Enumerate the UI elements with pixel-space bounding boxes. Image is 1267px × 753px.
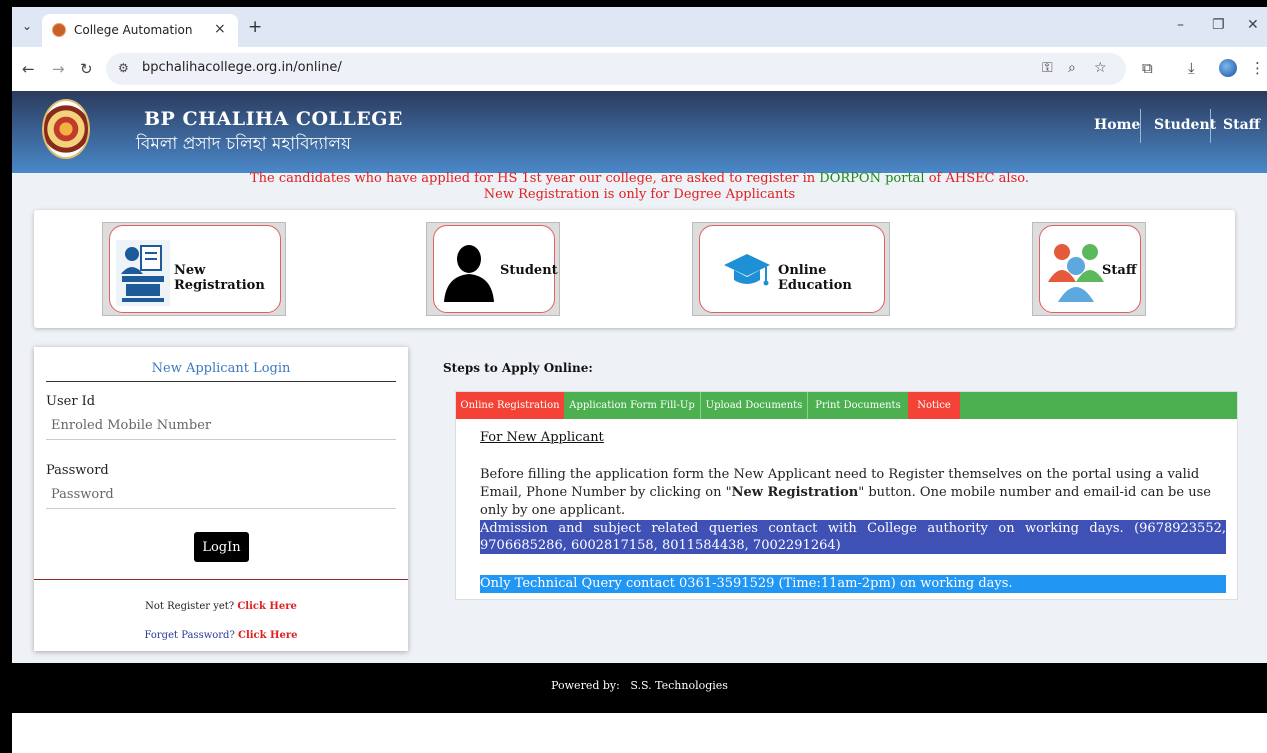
new-registration-card[interactable]: New Registration <box>102 222 286 316</box>
back-icon[interactable]: ← <box>22 60 35 78</box>
zoom-icon[interactable]: ⌕ <box>1068 60 1076 76</box>
card-frame: Online Education <box>699 225 885 313</box>
college-logo-icon <box>42 99 90 159</box>
tab-search-icon[interactable]: ⌄ <box>18 19 36 37</box>
forgot-prompt: Forget Password? Click Here <box>34 630 408 641</box>
new-tab-icon[interactable]: + <box>248 17 262 37</box>
graduation-cap-icon <box>724 254 770 286</box>
window-minimize-icon[interactable]: – <box>1177 17 1184 33</box>
login-title: New Applicant Login <box>151 361 291 376</box>
footer-company: S.S. Technologies <box>630 679 728 692</box>
tab-strip: ⌄ College Automation × + – ❐ ✕ <box>12 7 1267 47</box>
login-footer-divider <box>34 579 408 580</box>
nav-student[interactable]: Student <box>1154 117 1216 133</box>
student-label: Student <box>500 263 558 278</box>
profile-avatar-icon[interactable] <box>1219 59 1237 77</box>
tab-application-form-fill-up[interactable]: Application Form Fill-Up <box>564 392 700 419</box>
steps-instructions: Before filling the application form the … <box>480 466 1230 520</box>
online-education-label: Online Education <box>778 263 852 293</box>
steps-tab-strip: Online Registration Application Form Fil… <box>456 392 1237 419</box>
steps-panel: Online Registration Application Form Fil… <box>455 391 1238 600</box>
tab-online-registration[interactable]: Online Registration <box>456 392 564 419</box>
quick-links-panel: New Registration Student Online Educatio… <box>34 210 1235 328</box>
bookmark-star-icon[interactable]: ☆ <box>1094 60 1107 76</box>
site-header: BP CHALIHA COLLEGE বিমলা প্ৰসাদ চলিহা মহ… <box>12 91 1267 173</box>
register-prompt: Not Register yet? Click Here <box>34 601 408 612</box>
tab-title: College Automation <box>74 23 193 37</box>
login-title-divider <box>46 381 396 382</box>
register-prompt-text: Not Register yet? <box>145 601 238 612</box>
staff-card[interactable]: Staff <box>1032 222 1146 316</box>
browser-window: ⌄ College Automation × + – ❐ ✕ ← → ↻ ⚙ b… <box>12 7 1267 753</box>
forward-icon[interactable]: → <box>52 60 65 78</box>
download-icon[interactable]: ⤓ <box>1188 59 1195 77</box>
nav-staff[interactable]: Staff <box>1223 117 1260 133</box>
address-bar[interactable]: ⚙ bpchalihacollege.org.in/online/ ⚿ ⌕ ☆ <box>106 53 1126 85</box>
applicant-login-panel: New Applicant Login User Id Password Log… <box>34 347 408 651</box>
steps-title: Steps to Apply Online: <box>443 361 593 375</box>
card-frame: New Registration <box>109 225 281 313</box>
login-button[interactable]: LogIn <box>194 532 249 562</box>
site-info-icon[interactable]: ⚙ <box>118 61 129 75</box>
student-silhouette-icon <box>444 245 494 302</box>
technical-contact-highlight: Only Technical Query contact 0361-359152… <box>480 575 1226 593</box>
staff-label: Staff <box>1102 263 1137 278</box>
userid-input[interactable] <box>46 412 396 440</box>
footer-credit: Powered by: S.S. Technologies <box>12 679 1267 692</box>
window-close-icon[interactable]: ✕ <box>1247 17 1259 33</box>
page-content: The candidates who have applied for HS 1… <box>12 171 1267 663</box>
register-click-here-link[interactable]: Click Here <box>237 601 297 612</box>
steps-heading: For New Applicant <box>480 430 604 445</box>
tab-close-icon[interactable]: × <box>214 21 226 37</box>
footer-label: Powered by: <box>551 679 620 692</box>
browser-toolbar: ← → ↻ ⚙ bpchalihacollege.org.in/online/ … <box>12 47 1267 92</box>
reload-icon[interactable]: ↻ <box>80 60 93 78</box>
tab-notice[interactable]: Notice <box>908 392 960 419</box>
url-text: bpchalihacollege.org.in/online/ <box>142 60 342 75</box>
notice-text-end: of AHSEC also. <box>924 171 1029 186</box>
college-name: BP CHALIHA COLLEGE <box>144 108 403 130</box>
registration-icon <box>116 240 170 306</box>
nav-divider <box>1140 109 1141 143</box>
site-footer: Powered by: S.S. Technologies <box>12 663 1267 713</box>
menu-kebab-icon[interactable]: ⋮ <box>1250 59 1265 77</box>
college-name-local: বিমলা প্ৰসাদ চলিহা মহাবিদ্যালয় <box>136 134 352 154</box>
password-key-icon[interactable]: ⚿ <box>1042 60 1053 76</box>
password-input[interactable] <box>46 481 396 509</box>
tab-upload-documents[interactable]: Upload Documents <box>701 392 807 419</box>
forgot-prompt-text: Forget Password? <box>144 630 238 641</box>
window-restore-icon[interactable]: ❐ <box>1212 17 1225 33</box>
notice-line-1: The candidates who have applied for HS 1… <box>12 171 1267 186</box>
notice-text: The candidates who have applied for HS 1… <box>250 171 820 186</box>
dorpon-portal-link[interactable]: DORPON portal <box>819 171 924 186</box>
student-card[interactable]: Student <box>426 222 560 316</box>
page-bottom <box>12 713 1267 753</box>
new-registration-label: New Registration <box>174 263 265 293</box>
card-frame: Student <box>433 225 558 313</box>
online-education-card[interactable]: Online Education <box>692 222 890 316</box>
browser-tab[interactable]: College Automation × <box>42 14 238 47</box>
favicon-icon <box>52 23 66 37</box>
tab-print-documents[interactable]: Print Documents <box>808 392 908 419</box>
password-label: Password <box>46 463 109 478</box>
nav-divider <box>1210 109 1211 143</box>
extensions-icon[interactable]: ⧉ <box>1142 59 1153 77</box>
staff-group-icon <box>1048 244 1104 302</box>
forgot-click-here-link[interactable]: Click Here <box>238 630 298 641</box>
userid-label: User Id <box>46 394 96 409</box>
admission-contact-highlight: Admission and subject related queries co… <box>480 520 1226 554</box>
notice-line-2: New Registration is only for Degree Appl… <box>483 187 796 202</box>
nav-home[interactable]: Home <box>1094 117 1140 133</box>
card-frame: Staff <box>1039 225 1141 313</box>
instructions-bold: New Registration <box>731 485 859 500</box>
